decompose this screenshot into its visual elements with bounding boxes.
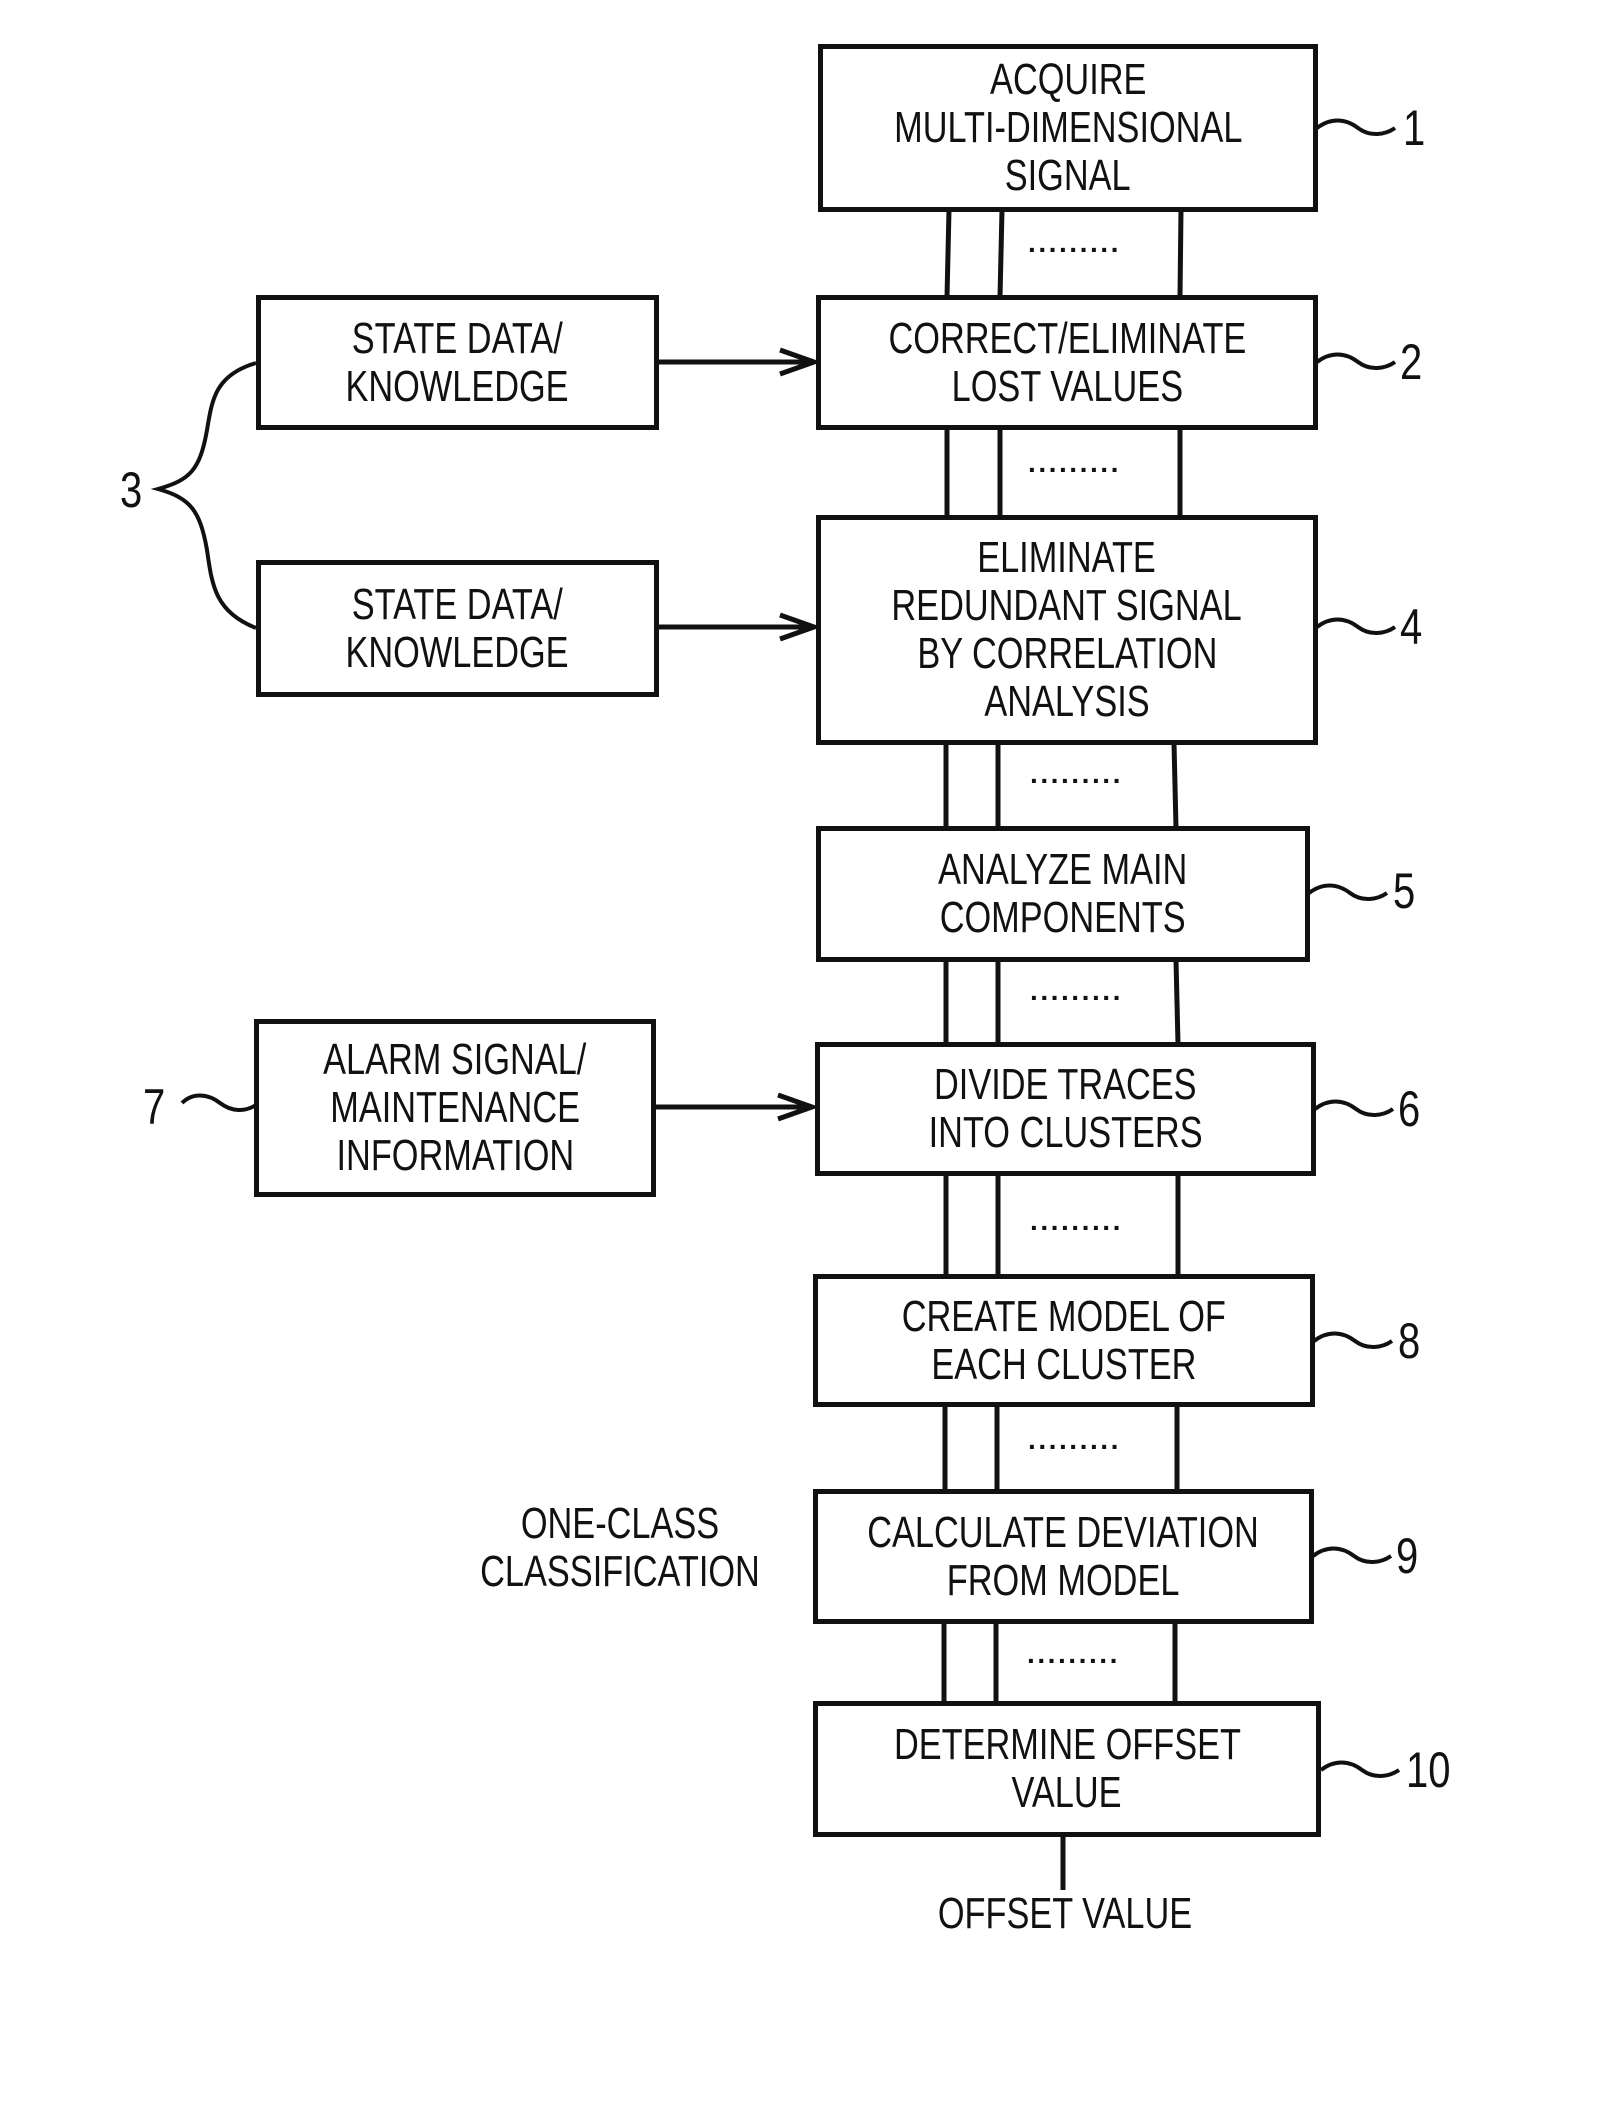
step-box-create-model: CREATE MODEL OF EACH CLUSTER [813, 1274, 1315, 1407]
ellipsis-9-10: ········· [1027, 1645, 1120, 1676]
squiggle-7 [180, 1093, 258, 1112]
input-text: KNOWLEDGE [345, 627, 570, 677]
step-text: CREATE MODEL OF [901, 1291, 1227, 1341]
ellipsis-5-6: ········· [1030, 982, 1123, 1013]
step-text: ANALYZE MAIN [938, 845, 1188, 894]
input-text: INFORMATION [336, 1131, 574, 1180]
squiggle-1 [1315, 118, 1397, 136]
step-text: VALUE [1011, 1768, 1123, 1817]
ref-numeral-2: 2 [1400, 334, 1423, 390]
input-text: STATE DATA/ [351, 313, 564, 363]
ellipsis-2-4: ········· [1028, 454, 1121, 485]
step-box-determine-offset: DETERMINE OFFSET VALUE [813, 1701, 1321, 1837]
ref-numeral-1: 1 [1403, 100, 1426, 156]
squiggle-8 [1312, 1331, 1394, 1349]
step-box-divide-clusters: DIVIDE TRACES INTO CLUSTERS [815, 1042, 1316, 1176]
squiggle-9 [1311, 1546, 1393, 1564]
ellipsis-8-9: ········· [1028, 1431, 1121, 1462]
step-box-acquire-signal: ACQUIRE MULTI-DIMENSIONAL SIGNAL [818, 44, 1318, 212]
step-text: ANALYSIS [984, 677, 1150, 726]
step-box-analyze-components: ANALYZE MAIN COMPONENTS [816, 826, 1310, 962]
squiggle-4 [1315, 617, 1397, 635]
step-text: EACH CLUSTER [931, 1339, 1197, 1389]
step-text: REDUNDANT SIGNAL [891, 581, 1243, 630]
input-text: ALARM SIGNAL/ [323, 1035, 587, 1084]
one-class-classification-label: ONE-CLASS CLASSIFICATION [480, 1500, 761, 1596]
arrow-state1-to-2 [658, 347, 822, 377]
ref-numeral-5: 5 [1393, 863, 1416, 919]
ref-numeral-8: 8 [1398, 1313, 1421, 1369]
step-box-correct-lost-values: CORRECT/ELIMINATE LOST VALUES [816, 295, 1318, 430]
ref-numeral-3: 3 [120, 462, 143, 518]
ref-numeral-9: 9 [1396, 1528, 1419, 1584]
step-text: MULTI-DIMENSIONAL [893, 103, 1243, 152]
brace-3 [150, 361, 257, 630]
step-box-calculate-deviation: CALCULATE DEVIATION FROM MODEL [813, 1489, 1314, 1624]
step-text: COMPONENTS [940, 893, 1186, 942]
squiggle-10 [1319, 1760, 1401, 1778]
ellipsis-4-5: ········· [1030, 765, 1123, 796]
ref-numeral-6: 6 [1398, 1081, 1421, 1137]
step-text: BY CORRELATION [916, 629, 1218, 678]
step-text: CALCULATE DEVIATION [867, 1507, 1260, 1557]
diagram-wires [150, 118, 1401, 1890]
step-text: LOST VALUES [951, 361, 1183, 411]
ellipsis-1-2: ········· [1028, 234, 1121, 265]
squiggle-5 [1307, 883, 1389, 901]
step-text: CORRECT/ELIMINATE [888, 313, 1246, 363]
step-text: FROM MODEL [947, 1555, 1180, 1605]
note-line: CLASSIFICATION [480, 1547, 760, 1596]
input-text: KNOWLEDGE [345, 361, 570, 411]
step-box-eliminate-redundant: ELIMINATE REDUNDANT SIGNAL BY CORRELATIO… [816, 515, 1318, 745]
step-text: ACQUIRE [989, 55, 1147, 104]
ref-numeral-4: 4 [1400, 599, 1423, 655]
squiggle-6 [1313, 1099, 1395, 1117]
input-box-state-data-1: STATE DATA/ KNOWLEDGE [256, 295, 659, 430]
step-text: DIVIDE TRACES [934, 1060, 1197, 1109]
ellipsis-6-8: ········· [1030, 1212, 1123, 1243]
ref-numeral-10: 10 [1406, 1742, 1451, 1798]
output-offset-value-label: OFFSET VALUE [937, 1889, 1193, 1938]
step-text: ELIMINATE [977, 533, 1157, 582]
arrow-state2-to-4 [658, 612, 822, 642]
step-text: DETERMINE OFFSET [893, 1720, 1241, 1769]
input-box-alarm-maintenance: ALARM SIGNAL/ MAINTENANCE INFORMATION [254, 1019, 656, 1197]
input-text: MAINTENANCE [330, 1083, 580, 1132]
arrow-alarm-to-6 [654, 1092, 820, 1122]
squiggle-2 [1315, 352, 1397, 370]
step-text: INTO CLUSTERS [928, 1108, 1203, 1157]
note-line: ONE-CLASS [520, 1499, 720, 1548]
ref-numeral-7: 7 [143, 1079, 166, 1135]
input-box-state-data-2: STATE DATA/ KNOWLEDGE [256, 560, 659, 697]
step-text: SIGNAL [1005, 151, 1131, 200]
input-text: STATE DATA/ [351, 579, 564, 629]
